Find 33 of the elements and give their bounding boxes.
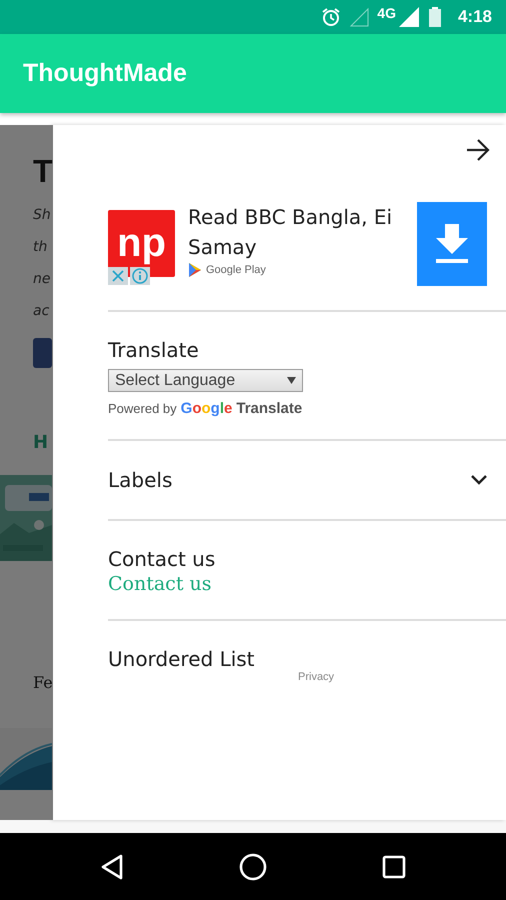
section-title: Contact us xyxy=(108,547,216,571)
battery-icon xyxy=(428,6,442,28)
google-logo: Google xyxy=(180,400,232,417)
article-text: Sh xyxy=(33,206,51,225)
home-icon[interactable] xyxy=(239,852,267,880)
section-heading: Fe xyxy=(33,673,53,692)
download-icon xyxy=(434,224,470,264)
network-type: 4G xyxy=(377,5,396,21)
signal-icon xyxy=(398,6,420,28)
labels-row[interactable]: Labels xyxy=(108,441,506,519)
download-button[interactable] xyxy=(417,202,487,286)
article-title: T xyxy=(33,153,53,190)
alarm-clock-icon xyxy=(321,7,342,27)
section-title: Unordered List xyxy=(108,647,255,671)
privacy-link[interactable]: Privacy xyxy=(298,671,334,683)
article-text: ac xyxy=(33,302,50,321)
dropdown-arrow-icon xyxy=(287,377,296,384)
clock: 4:18 xyxy=(458,7,492,27)
back-icon[interactable] xyxy=(100,854,124,880)
app-title: ThoughtMade xyxy=(23,59,187,88)
store-name: Google Play xyxy=(206,264,266,276)
translate-label: Translate xyxy=(236,400,302,417)
section-title: Translate xyxy=(108,338,199,362)
ad-title[interactable]: Read BBC Bangla, Ei Samay xyxy=(188,202,410,262)
language-select[interactable]: Select Language xyxy=(108,369,303,392)
play-store-icon xyxy=(188,262,202,278)
recents-icon[interactable] xyxy=(382,854,406,878)
article-text: ne xyxy=(33,270,51,289)
article-text: th xyxy=(33,238,48,257)
arrow-right-icon[interactable] xyxy=(466,139,490,161)
powered-by-text: Powered by xyxy=(108,401,177,416)
app-logo: np xyxy=(108,210,175,277)
signal-empty-icon xyxy=(349,7,370,27)
